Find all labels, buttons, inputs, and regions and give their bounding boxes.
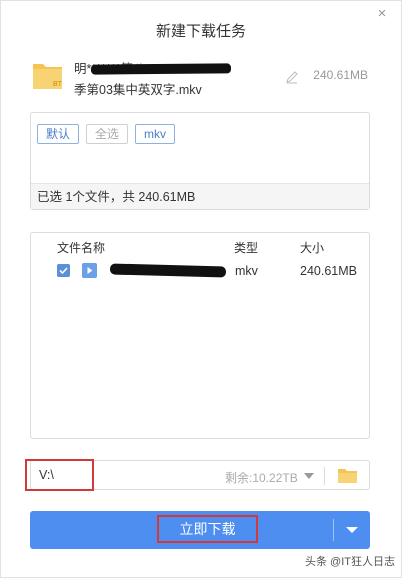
new-download-dialog: 新建下载任务 × BT 明*******第八 季第03集中英双字.mkv 240… <box>0 0 402 578</box>
save-path-input[interactable]: V:\ <box>39 468 54 482</box>
file-size: 240.61MB <box>300 264 357 278</box>
torrent-file-header: BT 明*******第八 季第03集中英双字.mkv 240.61MB <box>31 58 376 98</box>
download-highlight-annotation: 立即下载 <box>157 515 258 543</box>
chevron-down-icon[interactable] <box>346 526 358 534</box>
file-row[interactable]: mkv 240.61MB <box>31 260 369 284</box>
file-name-line-2: 季第03集中英双字.mkv <box>74 83 202 97</box>
redaction-mark <box>90 63 232 75</box>
watermark-text: 头条 @IT狂人日志 <box>305 556 395 568</box>
watermark: 头条 @IT狂人日志 <box>305 553 395 569</box>
filter-chips: 默认 全选 mkv <box>37 124 176 144</box>
checkbox-checked-icon[interactable] <box>57 264 70 277</box>
button-divider <box>333 519 334 541</box>
file-filter-panel: 默认 全选 mkv 已选 1个文件，共 240.61MB <box>30 112 370 210</box>
edit-icon[interactable] <box>285 70 299 84</box>
file-list: 文件名称 类型 大小 mkv 240.61MB <box>30 232 370 439</box>
divider <box>324 467 325 485</box>
video-file-icon <box>82 263 97 278</box>
folder-icon[interactable] <box>337 467 358 484</box>
file-type: mkv <box>235 264 258 278</box>
bt-file-icon: BT <box>33 64 63 89</box>
chip-select-all[interactable]: 全选 <box>86 124 129 144</box>
chip-default[interactable]: 默认 <box>37 124 80 144</box>
download-now-label[interactable]: 立即下载 <box>159 517 256 541</box>
dialog-title: 新建下载任务 <box>155 23 246 40</box>
column-header-size[interactable]: 大小 <box>300 239 324 256</box>
download-now-button[interactable]: 立即下载 <box>30 511 370 549</box>
close-button[interactable]: × <box>373 5 391 23</box>
chevron-down-icon[interactable] <box>304 472 314 480</box>
column-header-name[interactable]: 文件名称 <box>57 239 105 256</box>
bt-badge: BT <box>53 81 63 88</box>
redaction-mark <box>109 263 227 278</box>
free-space: 剩余:10.22TB <box>225 471 298 485</box>
chip-mkv[interactable]: mkv <box>135 124 176 144</box>
column-header-type[interactable]: 类型 <box>234 239 258 256</box>
torrent-size: 240.61MB <box>313 68 368 82</box>
selection-summary: 已选 1个文件，共 240.61MB <box>31 183 369 209</box>
save-path-bar: V:\ 剩余:10.22TB <box>25 459 370 491</box>
path-highlight-annotation <box>25 459 94 491</box>
